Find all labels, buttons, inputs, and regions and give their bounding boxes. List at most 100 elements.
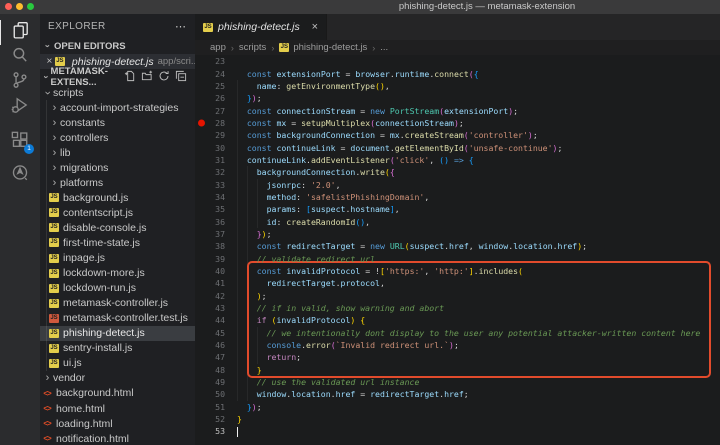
tree-item-scripts[interactable]: ›scripts xyxy=(40,85,195,100)
zoom-window-button[interactable] xyxy=(27,3,34,10)
line-number[interactable]: 50 xyxy=(195,389,232,399)
line-number[interactable]: 31 xyxy=(195,155,232,165)
line-number[interactable]: 24 xyxy=(195,69,232,79)
code-line[interactable]: 41 redirectTarget.protocol, xyxy=(195,277,720,289)
code-line[interactable]: 43 // if in valid, show warning and abor… xyxy=(195,302,720,314)
line-number[interactable]: 38 xyxy=(195,241,232,251)
line-number[interactable]: 42 xyxy=(195,291,232,301)
line-number[interactable]: 45 xyxy=(195,328,232,338)
new-file-icon[interactable] xyxy=(124,70,136,85)
tree-item-migrations[interactable]: ›migrations xyxy=(40,160,195,175)
line-number[interactable]: 35 xyxy=(195,204,232,214)
tree-item-background.js[interactable]: JSbackground.js xyxy=(40,190,195,205)
code-editor[interactable]: 2324 const extensionPort = browser.runti… xyxy=(195,55,720,445)
extensions-activity-button[interactable]: 1 xyxy=(0,130,40,155)
code-line[interactable]: 42 ); xyxy=(195,290,720,302)
breadcrumb-app[interactable]: app xyxy=(210,42,226,53)
tree-item-constants[interactable]: ›constants xyxy=(40,115,195,130)
code-line[interactable]: 29 const backgroundConnection = mx.creat… xyxy=(195,129,720,141)
code-line[interactable]: 31 continueLink.addEventListener('click'… xyxy=(195,154,720,166)
run-debug-activity-button[interactable] xyxy=(0,95,40,120)
tree-item-vendor[interactable]: ›vendor xyxy=(40,371,195,386)
tree-item-lib[interactable]: ›lib xyxy=(40,145,195,160)
code-line[interactable]: 23 xyxy=(195,55,720,67)
code-line[interactable]: 27 const connectionStream = new PortStre… xyxy=(195,104,720,116)
close-window-button[interactable] xyxy=(5,3,12,10)
open-editors-section-header[interactable]: › OPEN EDITORS xyxy=(40,38,195,54)
code-line[interactable]: 28 const mx = setupMultiplex(connectionS… xyxy=(195,117,720,129)
code-line[interactable]: 50 window.location.href = redirectTarget… xyxy=(195,388,720,400)
line-number[interactable]: 28 xyxy=(195,118,232,128)
tree-item-platforms[interactable]: ›platforms xyxy=(40,175,195,190)
line-number[interactable]: 26 xyxy=(195,93,232,103)
breadcrumb-scripts[interactable]: scripts xyxy=(239,42,266,53)
tree-item-lockdown-more.js[interactable]: JSlockdown-more.js xyxy=(40,266,195,281)
code-line[interactable]: 49 // use the validated url instance xyxy=(195,376,720,388)
line-number[interactable]: 36 xyxy=(195,217,232,227)
line-number[interactable]: 23 xyxy=(195,56,232,66)
code-line[interactable]: 39 // validate redirect url xyxy=(195,253,720,265)
explorer-activity-button[interactable] xyxy=(0,20,40,45)
code-line[interactable]: 44 if (invalidProtocol) { xyxy=(195,314,720,326)
line-number[interactable]: 32 xyxy=(195,167,232,177)
tree-item-background.html[interactable]: <>background.html xyxy=(40,386,195,401)
line-number[interactable]: 46 xyxy=(195,340,232,350)
line-number[interactable]: 44 xyxy=(195,315,232,325)
code-line[interactable]: 52} xyxy=(195,413,720,425)
tree-item-account-import-strategies[interactable]: ›account-import-strategies xyxy=(40,100,195,115)
code-line[interactable]: 32 backgroundConnection.write({ xyxy=(195,166,720,178)
code-line[interactable]: 30 const continueLink = document.getElem… xyxy=(195,141,720,153)
line-number[interactable]: 33 xyxy=(195,180,232,190)
code-line[interactable]: 46 console.error(`Invalid redirect url.`… xyxy=(195,339,720,351)
line-number[interactable]: 51 xyxy=(195,402,232,412)
tab-phishing-detect[interactable]: JS phishing-detect.js × xyxy=(195,14,327,40)
minimize-window-button[interactable] xyxy=(16,3,23,10)
line-number[interactable]: 27 xyxy=(195,106,232,116)
code-line[interactable]: 45 // we intentionally dont display to t… xyxy=(195,327,720,339)
line-number[interactable]: 34 xyxy=(195,192,232,202)
line-number[interactable]: 29 xyxy=(195,130,232,140)
explorer-more-actions-icon[interactable]: ⋯ xyxy=(175,20,187,33)
code-line[interactable]: 36 id: createRandomId(), xyxy=(195,215,720,227)
breadcrumb-symbol[interactable]: ... xyxy=(380,42,388,53)
tree-item-home.html[interactable]: <>home.html xyxy=(40,401,195,416)
tree-item-sentry-install.js[interactable]: JSsentry-install.js xyxy=(40,341,195,356)
code-line[interactable]: 33 jsonrpc: '2.0', xyxy=(195,178,720,190)
code-line[interactable]: 53 xyxy=(195,425,720,437)
tree-item-ui.js[interactable]: JSui.js xyxy=(40,356,195,371)
line-number[interactable]: 37 xyxy=(195,229,232,239)
code-line[interactable]: 48 } xyxy=(195,364,720,376)
tree-item-first-time-state.js[interactable]: JSfirst-time-state.js xyxy=(40,235,195,250)
line-number[interactable]: 49 xyxy=(195,377,232,387)
line-number[interactable]: 25 xyxy=(195,81,232,91)
line-number[interactable]: 41 xyxy=(195,278,232,288)
source-control-activity-button[interactable] xyxy=(0,70,40,95)
line-number[interactable]: 40 xyxy=(195,266,232,276)
refresh-icon[interactable] xyxy=(158,70,170,85)
tree-item-metamask-controller.test.js[interactable]: JSmetamask-controller.test.js xyxy=(40,311,195,326)
code-line[interactable]: 38 const redirectTarget = new URL(suspec… xyxy=(195,240,720,252)
line-number[interactable]: 43 xyxy=(195,303,232,313)
circle-extension-activity-button[interactable] xyxy=(0,163,40,188)
line-number[interactable]: 39 xyxy=(195,254,232,264)
breakpoint-icon[interactable] xyxy=(198,119,205,126)
code-line[interactable]: 37 }); xyxy=(195,228,720,240)
tree-item-inpage.js[interactable]: JSinpage.js xyxy=(40,251,195,266)
tree-item-lockdown-run.js[interactable]: JSlockdown-run.js xyxy=(40,281,195,296)
code-line[interactable]: 47 return; xyxy=(195,351,720,363)
line-number[interactable]: 30 xyxy=(195,143,232,153)
code-line[interactable]: 26 }); xyxy=(195,92,720,104)
code-line[interactable]: 40 const invalidProtocol = !['https:', '… xyxy=(195,265,720,277)
tree-item-loading.html[interactable]: <>loading.html xyxy=(40,416,195,431)
close-tab-icon[interactable]: × xyxy=(312,21,318,33)
line-number[interactable]: 47 xyxy=(195,352,232,362)
code-line[interactable]: 34 method: 'safelistPhishingDomain', xyxy=(195,191,720,203)
line-number[interactable]: 53 xyxy=(195,426,232,436)
search-activity-button[interactable] xyxy=(0,45,40,70)
tree-item-phishing-detect.js[interactable]: JSphishing-detect.js xyxy=(40,326,195,341)
code-line[interactable]: 25 name: getEnvironmentType(), xyxy=(195,80,720,92)
code-line[interactable]: 24 const extensionPort = browser.runtime… xyxy=(195,67,720,79)
tree-item-contentscript.js[interactable]: JScontentscript.js xyxy=(40,205,195,220)
breadcrumb-file[interactable]: phishing-detect.js xyxy=(293,42,367,53)
new-folder-icon[interactable] xyxy=(141,70,153,85)
